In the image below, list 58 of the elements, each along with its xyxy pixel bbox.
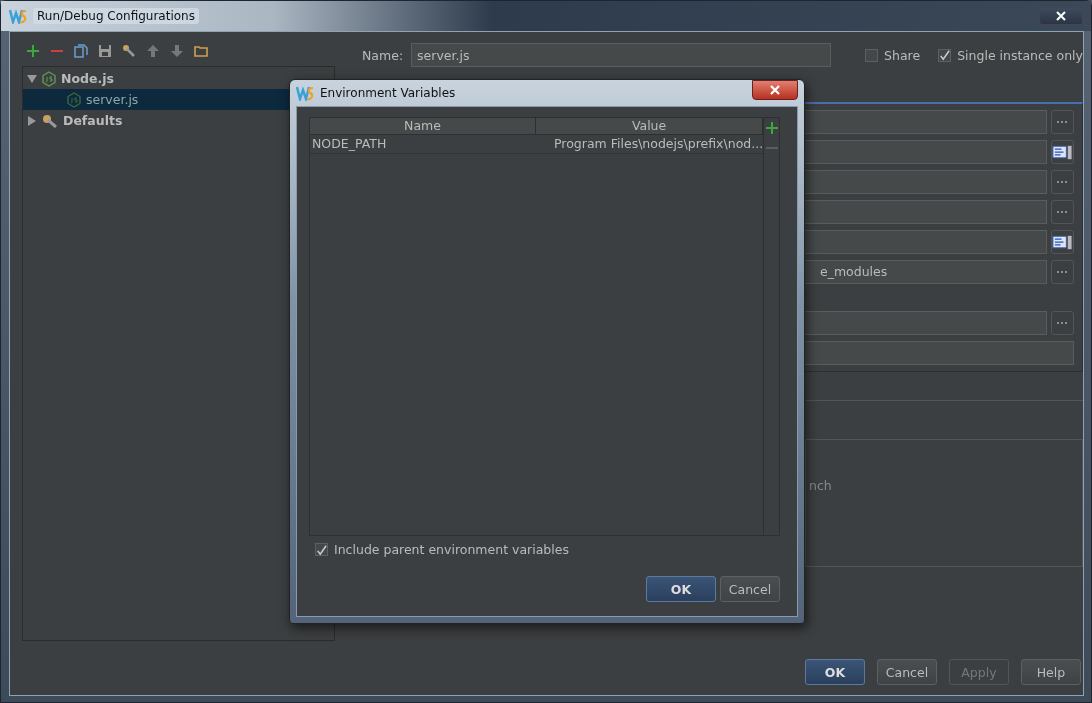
checkbox-label: Single instance only [957,47,1083,63]
save-icon[interactable] [98,44,112,58]
table-cell-text: Program Files\nodejs\prefix\nod... [553,135,764,153]
window-title: Run/Debug Configurations [33,8,199,24]
dialog-button[interactable]: Help [1020,659,1081,685]
down-arrow-icon[interactable] [170,44,184,58]
dialog-button[interactable]: Cancel [876,659,937,685]
browse-button[interactable] [1050,170,1074,194]
ellipsis-icon [1056,321,1069,325]
app-logo-icon [9,8,27,24]
checkbox-label: Share [884,47,921,63]
ellipsis-icon [1056,270,1069,274]
folder-icon[interactable] [194,44,208,58]
column-header[interactable]: Name [310,118,536,134]
name-label: Name: [362,47,404,63]
edit-button[interactable] [1050,230,1074,254]
column-header[interactable]: Value [536,118,764,134]
edit-button[interactable] [1050,140,1074,164]
close-icon [770,85,780,95]
copy-icon[interactable] [74,44,88,58]
ellipsis-icon [1056,210,1069,214]
wrench-icon [42,113,58,128]
browse-button[interactable] [1050,200,1074,224]
close-button[interactable] [752,80,798,100]
wrench-icon[interactable] [122,44,136,58]
checkbox[interactable] [865,48,879,62]
tree-label: Node.js [61,71,114,86]
dialog-button[interactable]: OK [804,659,865,685]
ellipsis-icon [1056,120,1069,124]
list-editor-icon [1051,233,1073,251]
add-icon[interactable] [26,44,40,58]
browse-button[interactable] [1050,311,1074,335]
expanded-arrow-icon[interactable] [27,73,37,84]
check-icon [939,49,951,61]
checkbox-label: Include parent environment variables [334,542,569,557]
checkbox[interactable] [938,48,952,62]
add-icon[interactable] [764,121,779,135]
close-button[interactable] [1039,7,1083,25]
tree-label: server.js [86,92,139,107]
browse-button[interactable] [1050,260,1074,284]
table-cell-text: NODE_PATH [311,135,388,153]
dialog-button[interactable]: Cancel [720,576,780,602]
checkbox[interactable] [315,543,328,556]
name-field[interactable]: server.js [411,43,832,67]
tree-label: Defaults [63,113,123,128]
check-icon [316,543,327,556]
option-text: nch [809,478,832,493]
up-arrow-icon[interactable] [146,44,160,58]
collapsed-arrow-icon[interactable] [27,115,37,126]
ellipsis-icon [1056,180,1069,184]
browse-button[interactable] [1050,110,1074,134]
nodejs-hexagon-icon [67,91,81,108]
nodejs-hexagon-icon [42,70,56,87]
list-editor-icon [1051,143,1073,161]
app-logo-icon [296,85,314,101]
dialog-button[interactable]: OK [646,576,716,602]
close-icon [1056,11,1066,21]
tree-item[interactable]: Node.js [23,68,334,89]
